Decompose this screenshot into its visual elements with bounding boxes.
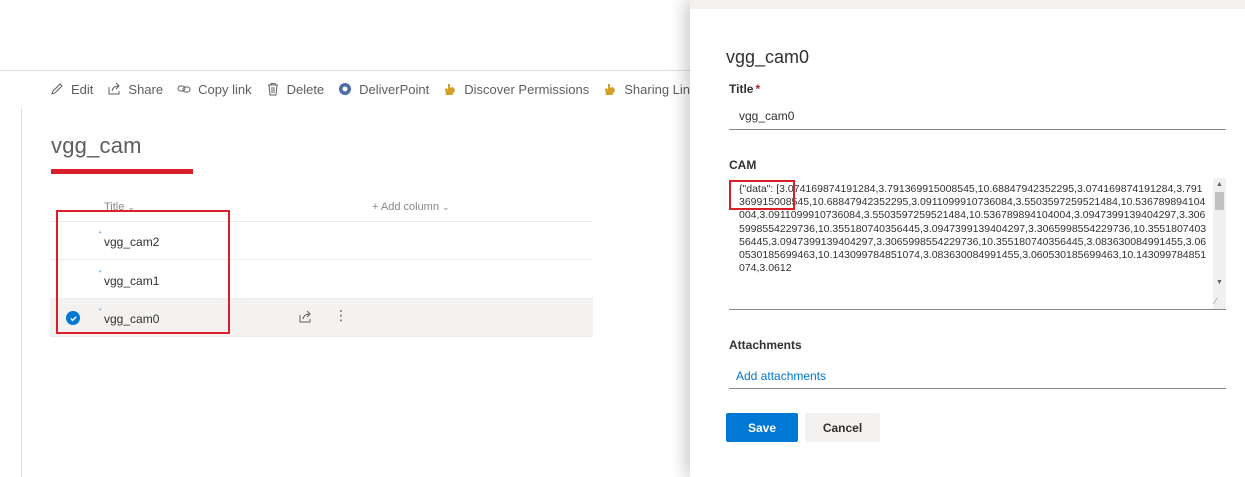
- resize-grip-icon[interactable]: ∕: [1215, 296, 1217, 306]
- share-icon: [107, 82, 121, 96]
- more-options-icon[interactable]: ⋮: [334, 308, 348, 322]
- cam-field-label: CAM: [729, 158, 757, 172]
- cam-textarea-value: {"data": [3.074169874191284,3.7913699150…: [739, 183, 1207, 275]
- cam-scrollbar[interactable]: ▲ ▼ ∕: [1213, 178, 1226, 309]
- required-marker: *: [755, 82, 761, 96]
- cam-textarea[interactable]: {"data": [3.074169874191284,3.7913699150…: [729, 178, 1226, 310]
- scroll-thumb[interactable]: [1215, 192, 1224, 210]
- pencil-icon: [50, 82, 64, 96]
- title-input[interactable]: vgg_cam0: [729, 103, 1226, 130]
- sharing-links-command[interactable]: Sharing Links: [603, 82, 703, 97]
- top-divider: [0, 70, 690, 71]
- cancel-button[interactable]: Cancel: [805, 413, 880, 442]
- edit-command[interactable]: Edit: [50, 82, 93, 97]
- edit-item-panel: vgg_cam0 Title * vgg_cam0 CAM {"data": [3…: [690, 0, 1245, 477]
- hand-icon: [603, 82, 617, 96]
- edit-label: Edit: [71, 81, 94, 97]
- title-field-label: Title *: [729, 82, 760, 96]
- title-field-label-text: Title: [729, 82, 754, 96]
- deliverpoint-label: DeliverPoint: [359, 81, 430, 97]
- left-rail-divider: [21, 108, 22, 477]
- save-button[interactable]: Save: [726, 413, 798, 442]
- share-command[interactable]: Share: [107, 82, 163, 97]
- share-label: Share: [128, 81, 164, 97]
- deliverpoint-icon: [338, 82, 352, 96]
- delete-command[interactable]: Delete: [266, 81, 325, 97]
- annotation-box-list-items: [56, 210, 230, 334]
- link-icon: [177, 82, 191, 96]
- title-highlight-underline: [51, 169, 193, 174]
- delete-label: Delete: [286, 81, 325, 97]
- hand-icon: [443, 82, 457, 96]
- discover-permissions-label: Discover Permissions: [464, 81, 590, 97]
- scroll-up-icon[interactable]: ▲: [1216, 181, 1223, 188]
- copy-link-command[interactable]: Copy link: [177, 81, 252, 97]
- chevron-down-icon: ⌄: [441, 201, 450, 212]
- add-column-label: + Add column: [372, 201, 439, 213]
- attachments-label: Attachments: [729, 338, 802, 352]
- copy-link-label: Copy link: [198, 81, 252, 97]
- discover-permissions-command[interactable]: Discover Permissions: [443, 82, 589, 97]
- share-icon[interactable]: [298, 310, 312, 324]
- panel-title: vgg_cam0: [726, 47, 810, 67]
- list-title: vgg_cam: [51, 133, 142, 158]
- command-bar: Edit Share Copy link Delete DeliverPoint: [50, 78, 717, 100]
- scroll-down-icon[interactable]: ▼: [1216, 279, 1223, 286]
- annotation-box-cam-data: [729, 180, 795, 210]
- sharepoint-list-page: Edit Share Copy link Delete DeliverPoint: [0, 0, 1245, 477]
- add-attachments-link[interactable]: Add attachments: [729, 367, 1226, 389]
- deliverpoint-command[interactable]: DeliverPoint: [338, 82, 429, 97]
- trash-icon: [266, 82, 280, 96]
- add-column-header[interactable]: + Add column ⌄: [372, 201, 450, 213]
- panel-top-bar: [690, 0, 1245, 9]
